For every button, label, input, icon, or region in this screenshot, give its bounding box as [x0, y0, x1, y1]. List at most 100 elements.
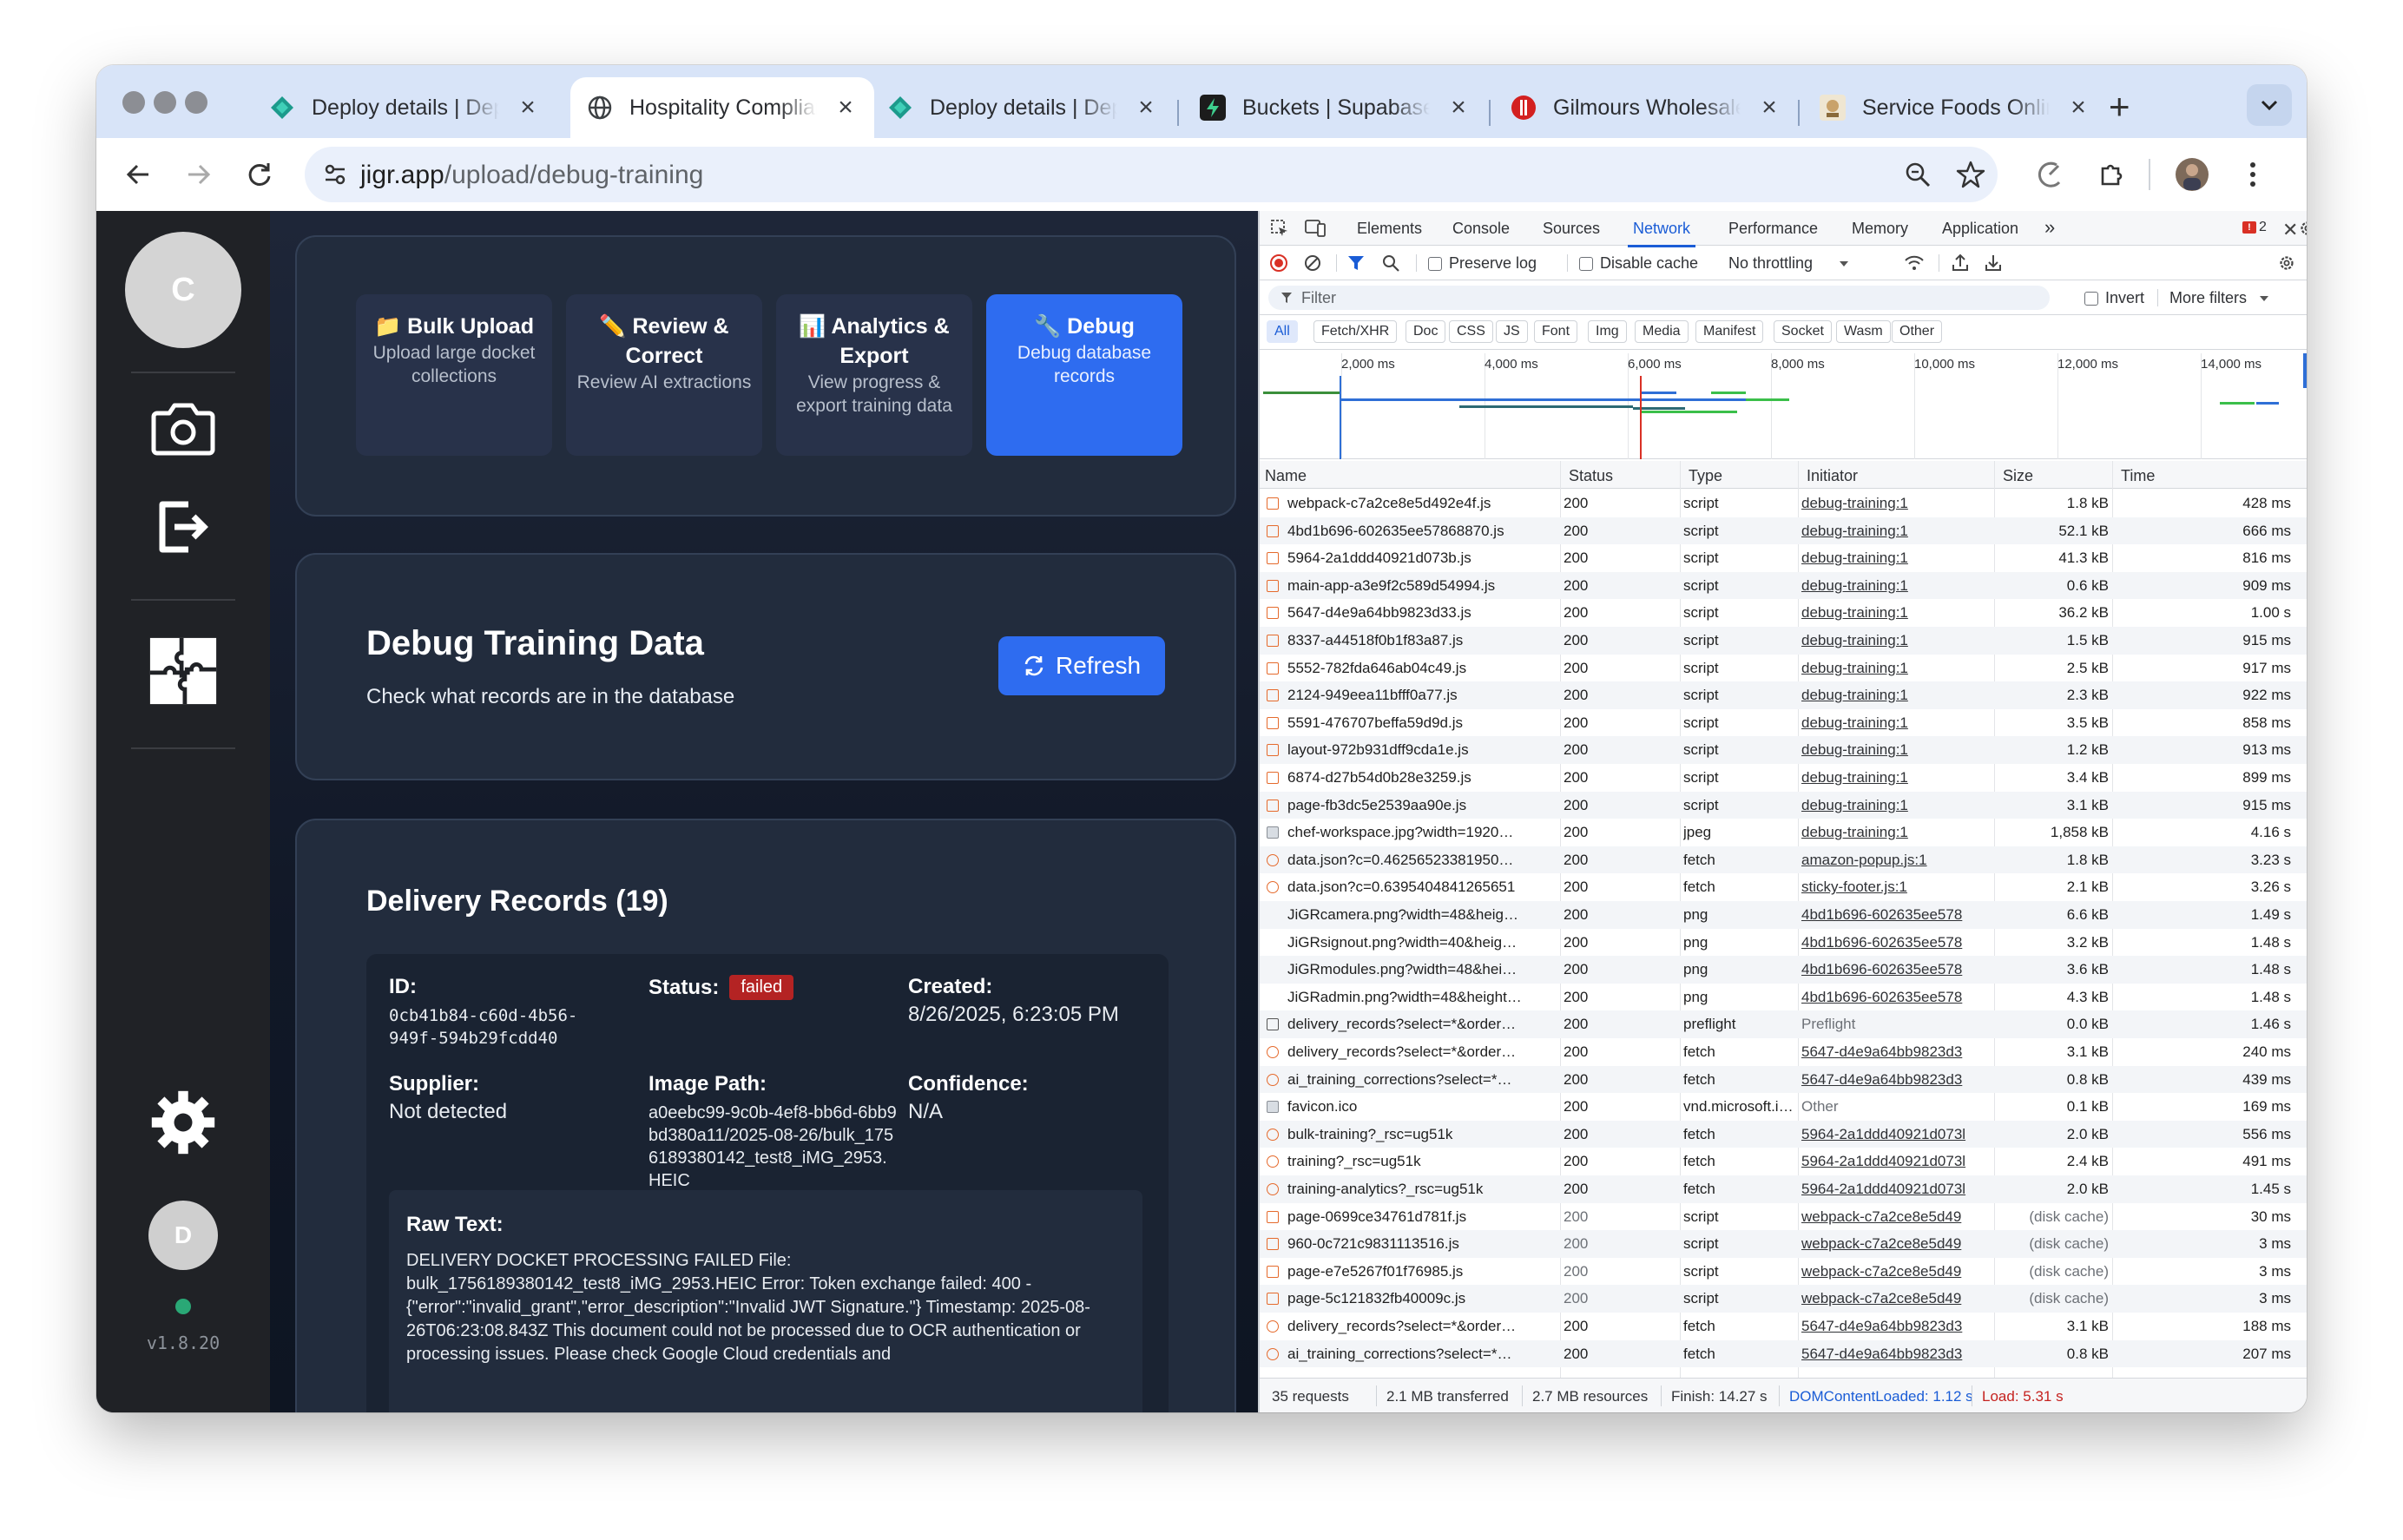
network-request-row[interactable]: 5964-2a1ddd40921d073b.js 200 script debug-t… — [1260, 544, 2307, 572]
preserve-log-checkbox[interactable]: Preserve log — [1428, 254, 1537, 273]
network-request-row[interactable]: page-fb3dc5e2539aa90e.js 200 script debug-t… — [1260, 791, 2307, 819]
network-request-row[interactable]: page-0699ce34761d781f.js 200 script webpack… — [1260, 1203, 2307, 1231]
devtools-tab-memory[interactable]: Memory — [1852, 220, 1908, 238]
address-bar[interactable]: jigr.app/upload/debug-training — [305, 147, 1998, 202]
type-filter-manifest[interactable]: Manifest — [1695, 320, 1764, 343]
browser-tab[interactable]: Gilmours Wholesale × — [1494, 77, 1798, 138]
network-request-row[interactable]: JiGRadmin.png?width=48&height… 200 png 4bd1… — [1260, 984, 2307, 1011]
browser-tab[interactable]: Buckets | Supabase × — [1183, 77, 1487, 138]
request-initiator[interactable]: Other — [1801, 1098, 1992, 1116]
network-request-row[interactable]: ai_training_corrections?select=*… 200 fetc… — [1260, 1065, 2307, 1094]
sign-out-icon[interactable] — [148, 492, 218, 562]
request-initiator[interactable]: 4bd1b696-602635ee578 — [1801, 934, 1992, 951]
request-initiator[interactable]: debug-training:1 — [1801, 660, 1992, 677]
tab-debug[interactable]: 🔧 Debug Debug database records — [986, 294, 1182, 456]
network-settings-icon[interactable] — [2277, 253, 2296, 277]
request-initiator[interactable]: debug-training:1 — [1801, 577, 1992, 595]
close-tab-icon[interactable]: × — [1756, 93, 1782, 122]
network-request-row[interactable]: JiGRmodules.png?width=48&hei… 200 png 4bd1b… — [1260, 956, 2307, 984]
inspect-element-icon[interactable] — [1270, 219, 1289, 242]
column-header-time[interactable]: Time — [2121, 467, 2155, 485]
network-request-row[interactable]: data.json?c=0.6395404841265651 200 fetch st… — [1260, 873, 2307, 901]
close-tab-icon[interactable]: × — [2065, 93, 2091, 122]
extension-button[interactable] — [2031, 155, 2069, 194]
user-avatar[interactable]: D — [148, 1201, 218, 1270]
refresh-button[interactable]: Refresh — [998, 636, 1165, 695]
profile-button[interactable] — [2173, 155, 2211, 194]
browser-tab[interactable]: Deploy details | Deploy × — [253, 77, 556, 138]
minimize-window-button[interactable] — [154, 91, 176, 114]
request-initiator[interactable]: 5647-d4e9a64bb9823d3 — [1801, 1043, 1992, 1061]
type-filter-media[interactable]: Media — [1635, 320, 1689, 343]
devtools-settings-icon[interactable] — [2298, 219, 2307, 242]
type-filter-all[interactable]: All — [1267, 320, 1298, 343]
import-har-icon[interactable] — [1951, 253, 1970, 276]
network-request-row[interactable]: 4bd1b696-602635ee57868870.js 200 script deb… — [1260, 517, 2307, 545]
record-icon[interactable] — [1270, 254, 1287, 272]
network-request-row[interactable]: JiGRcamera.png?width=48&heig… 200 png 4bd1b… — [1260, 901, 2307, 929]
request-initiator[interactable]: debug-training:1 — [1801, 824, 1992, 841]
network-conditions-icon[interactable] — [1904, 253, 1925, 277]
type-filter-font[interactable]: Font — [1534, 320, 1578, 343]
browser-tab-active[interactable]: Hospitality Compliance × — [570, 77, 874, 138]
request-initiator[interactable]: sticky-footer.js:1 — [1801, 879, 1992, 896]
camera-icon[interactable] — [148, 393, 218, 463]
network-request-row[interactable]: chef-workspace.jpg?width=1920… 200 jpeg deb… — [1260, 819, 2307, 846]
devtools-tab-network[interactable]: Network — [1627, 220, 1696, 247]
request-initiator[interactable]: webpack-c7a2ce8e5d49 — [1801, 1263, 1992, 1280]
network-request-row[interactable]: webpack-c7a2ce8e5d492e4f.js 200 script debu… — [1260, 490, 2307, 517]
network-request-row[interactable]: page-e7e5267f01f76985.js 200 script webpack… — [1260, 1258, 2307, 1286]
network-request-row[interactable]: 8337-a44518f0b1f83a87.js 200 script debug-t… — [1260, 627, 2307, 655]
type-filter-css[interactable]: CSS — [1449, 320, 1493, 343]
type-filter-fetch-xhr[interactable]: Fetch/XHR — [1313, 320, 1398, 343]
close-tab-icon[interactable]: × — [1133, 93, 1159, 122]
invert-checkbox[interactable]: Invert — [2084, 289, 2144, 307]
network-request-row[interactable]: 2124-949eea11bfff0a77.js 200 script debug-t… — [1260, 681, 2307, 709]
extensions-button[interactable] — [2093, 155, 2131, 194]
devtools-tab-console[interactable]: Console — [1452, 220, 1510, 238]
network-request-row[interactable]: ai_training_corrections?select=*… 200 fetc… — [1260, 1339, 2307, 1368]
type-filter-js[interactable]: JS — [1496, 320, 1528, 343]
request-initiator[interactable]: 4bd1b696-602635ee578 — [1801, 906, 1992, 924]
browser-tab[interactable]: Deploy details | Deploy × — [871, 77, 1175, 138]
clear-icon[interactable] — [1303, 253, 1322, 277]
browser-tab[interactable]: Service Foods Online × — [1803, 77, 2107, 138]
network-request-row[interactable]: 5591-476707beffa59d9d.js 200 script debug-t… — [1260, 709, 2307, 737]
bookmark-star-icon[interactable] — [1956, 160, 1985, 194]
network-request-row[interactable]: 5552-782fda646ab04c49.js 200 script debug-t… — [1260, 655, 2307, 682]
close-devtools-icon[interactable]: ✕ — [2282, 219, 2298, 241]
request-initiator[interactable]: debug-training:1 — [1801, 797, 1992, 814]
close-tab-icon[interactable]: × — [1445, 93, 1471, 122]
modules-puzzle-icon[interactable] — [148, 636, 218, 706]
request-initiator[interactable]: debug-training:1 — [1801, 550, 1992, 567]
settings-gear-icon[interactable] — [148, 1088, 218, 1157]
network-request-row[interactable]: training-analytics?_rsc=ug51k 200 fetch 596… — [1260, 1175, 2307, 1203]
network-request-row[interactable]: 6874-d27b54d0b28e3259.js 200 script debug-t… — [1260, 764, 2307, 792]
network-request-row[interactable]: data.json?c=0.46256523381950… 200 fetch ama… — [1260, 846, 2307, 874]
request-initiator[interactable]: 4bd1b696-602635ee578 — [1801, 989, 1992, 1006]
site-settings-icon[interactable] — [322, 161, 348, 192]
network-request-row[interactable]: delivery_records?select=*&order… 200 fetch… — [1260, 1038, 2307, 1066]
close-tab-icon[interactable]: × — [833, 93, 859, 122]
request-initiator[interactable]: 5647-d4e9a64bb9823d3 — [1801, 1071, 1992, 1089]
network-request-row[interactable]: JiGRsignout.png?width=40&heig… 200 png 4bd1… — [1260, 929, 2307, 957]
network-request-row[interactable]: training?_rsc=ug51k 200 fetch 5964-2a1ddd40… — [1260, 1148, 2307, 1175]
tab-bulk-upload[interactable]: 📁 Bulk Upload Upload large docket collec… — [356, 294, 552, 456]
export-har-icon[interactable] — [1984, 253, 2003, 276]
column-header-type[interactable]: Type — [1689, 467, 1722, 485]
type-filter-other[interactable]: Other — [1892, 320, 1943, 343]
request-initiator[interactable]: webpack-c7a2ce8e5d49 — [1801, 1290, 1992, 1307]
network-overview-timeline[interactable]: 2,000 ms 4,000 ms 6,000 ms 8,000 ms 10,0… — [1260, 353, 2307, 459]
network-request-row[interactable]: layout-972b931dff9cda1e.js 200 script debug… — [1260, 736, 2307, 764]
request-initiator[interactable]: 5964-2a1ddd40921d073l — [1801, 1181, 1992, 1198]
company-avatar[interactable]: C — [125, 232, 241, 348]
request-initiator[interactable]: 5964-2a1ddd40921d073l — [1801, 1153, 1992, 1170]
column-header-initiator[interactable]: Initiator — [1807, 467, 1858, 485]
device-toolbar-icon[interactable] — [1305, 219, 1326, 242]
tab-search-button[interactable] — [2247, 84, 2292, 126]
request-initiator[interactable]: debug-training:1 — [1801, 523, 1992, 540]
new-tab-button[interactable]: + — [2109, 86, 2130, 128]
browser-menu-button[interactable] — [2234, 155, 2272, 194]
devtools-tab-elements[interactable]: Elements — [1357, 220, 1422, 238]
back-button[interactable] — [119, 155, 157, 194]
